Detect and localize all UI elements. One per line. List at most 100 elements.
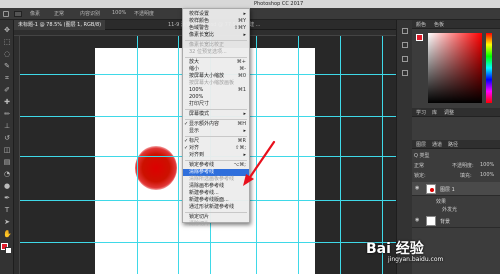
eye-icon[interactable]: ◉ bbox=[415, 186, 420, 191]
menu-item[interactable]: 打印尺寸 bbox=[183, 101, 249, 108]
guide-vertical[interactable] bbox=[298, 36, 299, 274]
menu-item[interactable]: 按屏幕大小缩放 ⌘0 bbox=[183, 73, 249, 80]
menu-separator bbox=[185, 212, 247, 213]
spot-healing-icon[interactable] bbox=[3, 11, 9, 17]
menu-item[interactable]: 缩小 ⌘- bbox=[183, 66, 249, 73]
menu-item-label: 新建参考线... bbox=[189, 190, 219, 196]
hue-slider[interactable] bbox=[486, 33, 492, 103]
panel-foreground-swatch[interactable] bbox=[416, 34, 423, 41]
menu-separator bbox=[185, 136, 247, 137]
tab-swatches[interactable]: 色板 bbox=[434, 21, 444, 28]
move-tool-icon[interactable]: ✥ bbox=[3, 26, 11, 34]
outer-glow-effect[interactable]: 外发光 bbox=[442, 206, 457, 213]
menu-item[interactable]: 新建参考线版面... bbox=[183, 197, 249, 204]
opacity-value[interactable]: 100% bbox=[480, 162, 494, 168]
option-field-1[interactable]: 正常 bbox=[54, 10, 64, 17]
menu-item-shortcut: ⌘H bbox=[237, 121, 246, 127]
layer-row[interactable]: ◉ 图层 1 bbox=[412, 182, 500, 196]
history-brush-tool-icon[interactable]: ↺ bbox=[3, 134, 11, 142]
menu-item-label: 100% bbox=[189, 87, 204, 93]
menu-item-label: 200% bbox=[189, 94, 204, 100]
menu-item: 像素长宽比校正 bbox=[183, 42, 249, 49]
menu-item[interactable]: 锁定切片 bbox=[183, 214, 249, 221]
menu-item[interactable]: 显示额外内容 ⌘H bbox=[183, 121, 249, 128]
menu-item[interactable]: 校样颜色 ⌘Y bbox=[183, 18, 249, 25]
layer-name[interactable]: 背景 bbox=[440, 218, 450, 225]
menu-item-shortcut: ⌘Y bbox=[237, 18, 246, 24]
hand-tool-icon[interactable]: ✋ bbox=[3, 230, 12, 238]
guide-vertical[interactable] bbox=[178, 36, 179, 274]
dodge-tool-icon[interactable]: ● bbox=[3, 182, 11, 190]
healing-tool-icon[interactable]: ✚ bbox=[3, 98, 11, 106]
brush-panel-icon[interactable] bbox=[402, 70, 408, 76]
blur-tool-icon[interactable]: ◔ bbox=[3, 170, 11, 178]
layer-filter-kind[interactable]: Q 类型 bbox=[414, 152, 430, 159]
tab-learn[interactable]: 学习 bbox=[416, 109, 426, 116]
menu-item-shortcut: ⇧⌘Y bbox=[233, 25, 246, 31]
menu-item-label: 通过形状新建参考线 bbox=[189, 204, 235, 210]
tab-libraries[interactable]: 库 bbox=[432, 109, 437, 116]
menu-item[interactable]: 屏幕模式 bbox=[183, 111, 249, 118]
doc-tab-active[interactable]: 未标题-1 @ 78.5% (图层 1, RGB/8) bbox=[14, 20, 106, 30]
option-field-4[interactable]: 内容识别 bbox=[80, 10, 100, 17]
brush-size-swatch[interactable] bbox=[14, 11, 22, 17]
color-picker-field[interactable] bbox=[428, 33, 482, 103]
eyedropper-tool-icon[interactable]: ✐ bbox=[3, 86, 11, 94]
history-panel-icon[interactable] bbox=[402, 28, 408, 34]
pen-tool-icon[interactable]: ✒ bbox=[3, 194, 11, 202]
option-field-0[interactable]: 像素 bbox=[30, 10, 40, 17]
option-field-2[interactable]: 100% bbox=[112, 10, 126, 16]
tab-adjustments[interactable]: 调整 bbox=[444, 109, 454, 116]
option-field-3[interactable]: 不透明度 bbox=[134, 10, 154, 17]
menu-item-label: 校样设置 bbox=[189, 11, 210, 17]
tab-paths[interactable]: 路径 bbox=[448, 141, 458, 148]
background-color-swatch[interactable] bbox=[5, 247, 12, 254]
lasso-tool-icon[interactable]: ◌ bbox=[3, 50, 11, 58]
opacity-label: 不透明度: bbox=[452, 163, 474, 169]
stamp-tool-icon[interactable]: ⊥ bbox=[3, 122, 11, 130]
tab-channels[interactable]: 通道 bbox=[432, 141, 442, 148]
menu-item-label: 像素长宽比校正 bbox=[189, 42, 225, 48]
fill-value[interactable]: 100% bbox=[480, 172, 494, 178]
menu-item-label: 32 位预览选项... bbox=[189, 49, 227, 55]
menu-item[interactable]: 显示 bbox=[183, 128, 249, 135]
eye-icon[interactable]: ◉ bbox=[415, 218, 420, 223]
path-select-tool-icon[interactable]: ➤ bbox=[3, 218, 11, 226]
guide-vertical[interactable] bbox=[340, 36, 341, 274]
menu-item-shortcut: ⌘+ bbox=[236, 59, 246, 65]
menu-item-label: 清除切片 bbox=[189, 221, 210, 227]
crop-tool-icon[interactable]: ⌗ bbox=[3, 74, 11, 82]
quick-select-tool-icon[interactable]: ✎ bbox=[3, 62, 11, 70]
tab-color[interactable]: 颜色 bbox=[416, 21, 426, 28]
menu-item[interactable]: 放大 ⌘+ bbox=[183, 59, 249, 66]
menu-item[interactable]: 像素长宽比 bbox=[183, 32, 249, 39]
menu-item-label: 打印尺寸 bbox=[189, 101, 210, 107]
marquee-tool-icon[interactable]: ⬚ bbox=[3, 38, 11, 46]
menu-item[interactable]: 通过形状新建参考线 bbox=[183, 204, 249, 211]
watermark-url: jingyan.baidu.com bbox=[388, 256, 444, 263]
tab-layers[interactable]: 图层 bbox=[416, 141, 426, 148]
eraser-tool-icon[interactable]: ◫ bbox=[3, 146, 11, 154]
layer-name[interactable]: 图层 1 bbox=[440, 186, 455, 193]
menu-item[interactable]: 100% ⌘1 bbox=[183, 87, 249, 94]
menu-item-shortcut: ⌘1 bbox=[237, 87, 246, 93]
guide-vertical[interactable] bbox=[137, 36, 138, 274]
menu-item[interactable]: 校样设置 bbox=[183, 11, 249, 18]
menu-item[interactable]: 色域警告 ⇧⌘Y bbox=[183, 25, 249, 32]
gradient-tool-icon[interactable]: ▤ bbox=[3, 158, 11, 166]
layer-row[interactable]: ◉ 背景 bbox=[412, 214, 500, 228]
brush-tool-icon[interactable]: ✏ bbox=[3, 110, 11, 118]
type-tool-icon[interactable]: T bbox=[3, 206, 11, 214]
mac-menu-bar: Photoshop CC 2017 bbox=[0, 0, 500, 8]
blend-mode-select[interactable]: 正常 bbox=[414, 162, 424, 169]
menu-separator bbox=[185, 109, 247, 110]
menu-item: 32 位预览选项... bbox=[183, 49, 249, 56]
menu-item-label: 对齐到 bbox=[189, 152, 205, 158]
paragraph-panel-icon[interactable] bbox=[402, 56, 408, 62]
character-panel-icon[interactable] bbox=[402, 42, 408, 48]
color-panel-tabs: 颜色 色板 bbox=[412, 20, 500, 29]
menu-item[interactable]: 新建参考线... bbox=[183, 190, 249, 197]
menu-item-label: 按屏幕大小缩放 bbox=[189, 73, 225, 79]
menu-item[interactable]: 200% bbox=[183, 94, 249, 101]
menu-item-label: 对齐 bbox=[189, 145, 200, 151]
